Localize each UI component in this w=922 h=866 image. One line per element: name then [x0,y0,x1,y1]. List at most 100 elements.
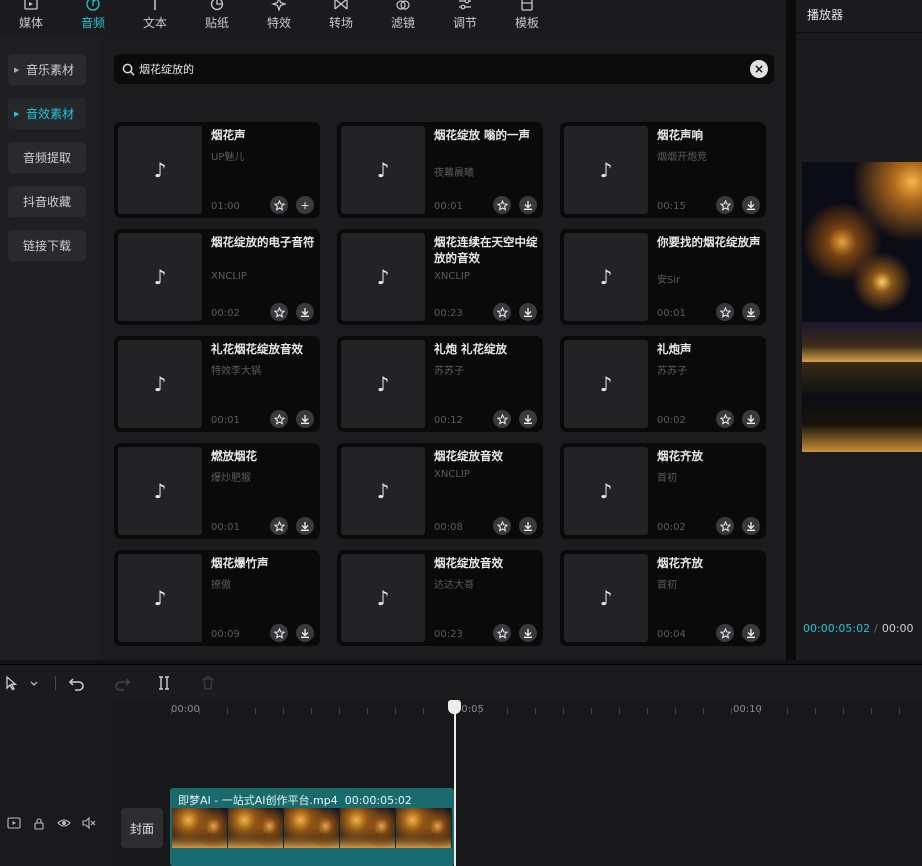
audio-result-card[interactable]: ♪ 烟花连续在天空中绽放的音效 XNCLIP 00:23 [337,229,543,325]
download-icon [747,522,755,531]
audio-thumbnail[interactable]: ♪ [564,447,648,535]
playhead-handle[interactable] [448,700,461,714]
tab-text[interactable]: 文本 [124,0,186,36]
favorite-button[interactable] [716,303,734,321]
audio-thumbnail[interactable]: ♪ [341,554,425,642]
favorite-button[interactable] [716,196,734,214]
ruler-tick [619,708,620,714]
favorite-button[interactable] [493,303,511,321]
audio-thumbnail[interactable]: ♪ [564,233,648,321]
audio-result-card[interactable]: ♪ 烟花绽放 嗡的一声 夜幕晨曦 00:01 [337,122,543,218]
favorite-button[interactable] [270,196,288,214]
download-button[interactable] [742,410,760,428]
favorite-button[interactable] [493,410,511,428]
favorite-button[interactable] [270,303,288,321]
search-input[interactable]: 烟花绽放的 [139,61,194,77]
audio-result-card[interactable]: ♪ 礼花烟花绽放音效 特效李大锅 00:01 [114,336,320,432]
download-button[interactable] [296,517,314,535]
search-box[interactable]: 烟花绽放的 × [114,54,774,84]
audio-result-card[interactable]: ♪ 燃放烟花 爆炒肥猴 00:01 [114,443,320,539]
split-button[interactable] [156,674,172,692]
download-button[interactable] [742,303,760,321]
audio-thumbnail[interactable]: ♪ [118,554,202,642]
audio-result-card[interactable]: ♪ 烟花爆竹声 撩傲 00:09 [114,550,320,646]
favorite-button[interactable] [270,410,288,428]
audio-thumbnail[interactable]: ♪ [341,126,425,214]
sidebar-item-4[interactable]: 链接下载 [8,230,86,261]
sidebar-item-1[interactable]: ▶ 音效素材 [8,98,86,129]
cover-button[interactable]: 封面 [121,808,163,848]
favorite-button[interactable] [270,517,288,535]
video-preview[interactable] [802,162,922,452]
sidebar-item-0[interactable]: ▶ 音乐素材 [8,54,86,85]
audio-thumbnail[interactable]: ♪ [118,340,202,428]
audio-thumbnail[interactable]: ♪ [341,447,425,535]
download-button[interactable] [519,517,537,535]
video-clip[interactable]: 即梦AI - 一站式AI创作平台.mp4 00:00:05:02 [170,788,454,866]
download-button[interactable] [296,410,314,428]
favorite-button[interactable] [493,196,511,214]
download-button[interactable] [742,517,760,535]
time-separator: / [874,622,878,635]
favorite-button[interactable] [716,517,734,535]
sidebar-item-2[interactable]: 音频提取 [8,142,86,173]
audio-result-card[interactable]: ♪ 烟花绽放音效 达达大哥 00:23 [337,550,543,646]
download-button[interactable] [296,624,314,642]
audio-thumbnail[interactable]: ♪ [341,340,425,428]
audio-thumbnail[interactable]: ♪ [118,447,202,535]
audio-result-card[interactable]: ♪ 烟花绽放音效 XNCLIP 00:08 [337,443,543,539]
audio-result-card[interactable]: ♪ 烟花齐放 首初 00:02 [560,443,766,539]
audio-result-card[interactable]: ♪ 你要找的烟花绽放声 安Sir 00:01 [560,229,766,325]
tab-template[interactable]: 模板 [496,0,558,36]
undo-button[interactable] [68,674,86,692]
mute-icon[interactable] [81,816,97,830]
video-track-icon[interactable] [6,816,22,830]
audio-title: 烟花声响 [657,128,703,142]
time-ruler[interactable]: 00:00 00:05 00:10 [113,700,922,720]
favorite-button[interactable] [716,410,734,428]
download-button[interactable] [519,624,537,642]
select-tool-button[interactable] [4,674,40,692]
tab-effects[interactable]: 特效 [248,0,310,36]
tab-adjust[interactable]: 调节 [434,0,496,36]
download-button[interactable] [296,303,314,321]
sticker-icon [209,0,225,11]
tab-transition[interactable]: 转场 [310,0,372,36]
download-button[interactable] [519,410,537,428]
audio-result-card[interactable]: ♪ 烟花绽放的电子音符 XNCLIP 00:02 [114,229,320,325]
audio-result-card[interactable]: ♪ 礼炮 礼花绽放 苏苏子 00:12 [337,336,543,432]
audio-result-card[interactable]: ♪ 烟花声响 烟烟开炮竞 00:15 [560,122,766,218]
tab-media[interactable]: 媒体 [0,0,62,36]
lock-icon[interactable] [31,816,47,830]
sidebar-item-3[interactable]: 抖音收藏 [8,186,86,217]
favorite-button[interactable] [716,624,734,642]
sidebar-item-label: 音频提取 [22,151,71,165]
audio-thumbnail[interactable]: ♪ [118,126,202,214]
favorite-button[interactable] [493,517,511,535]
redo-button[interactable] [113,674,131,692]
audio-thumbnail[interactable]: ♪ [564,340,648,428]
audio-thumbnail[interactable]: ♪ [564,554,648,642]
add-button[interactable]: + [296,196,314,214]
tab-filter[interactable]: 滤镜 [372,0,434,36]
eye-icon[interactable] [56,816,72,830]
audio-thumbnail[interactable]: ♪ [564,126,648,214]
download-button[interactable] [519,303,537,321]
tab-sticker[interactable]: 贴纸 [186,0,248,36]
audio-result-card[interactable]: ♪ 烟花声 UP魅儿 01:00 + [114,122,320,218]
download-button[interactable] [742,624,760,642]
tab-audio[interactable]: 音频 [62,0,124,36]
audio-title: 烟花声 [211,128,246,142]
favorite-button[interactable] [270,624,288,642]
audio-thumbnail[interactable]: ♪ [118,233,202,321]
delete-button[interactable] [200,674,216,692]
panel-divider[interactable] [786,0,796,660]
audio-result-card[interactable]: ♪ 烟花齐放 首初 00:04 [560,550,766,646]
favorite-button[interactable] [493,624,511,642]
download-button[interactable] [519,196,537,214]
clear-search-button[interactable]: × [750,60,768,78]
download-button[interactable] [742,196,760,214]
playhead[interactable] [448,700,461,866]
audio-thumbnail[interactable]: ♪ [341,233,425,321]
audio-result-card[interactable]: ♪ 礼炮声 苏苏子 00:02 [560,336,766,432]
